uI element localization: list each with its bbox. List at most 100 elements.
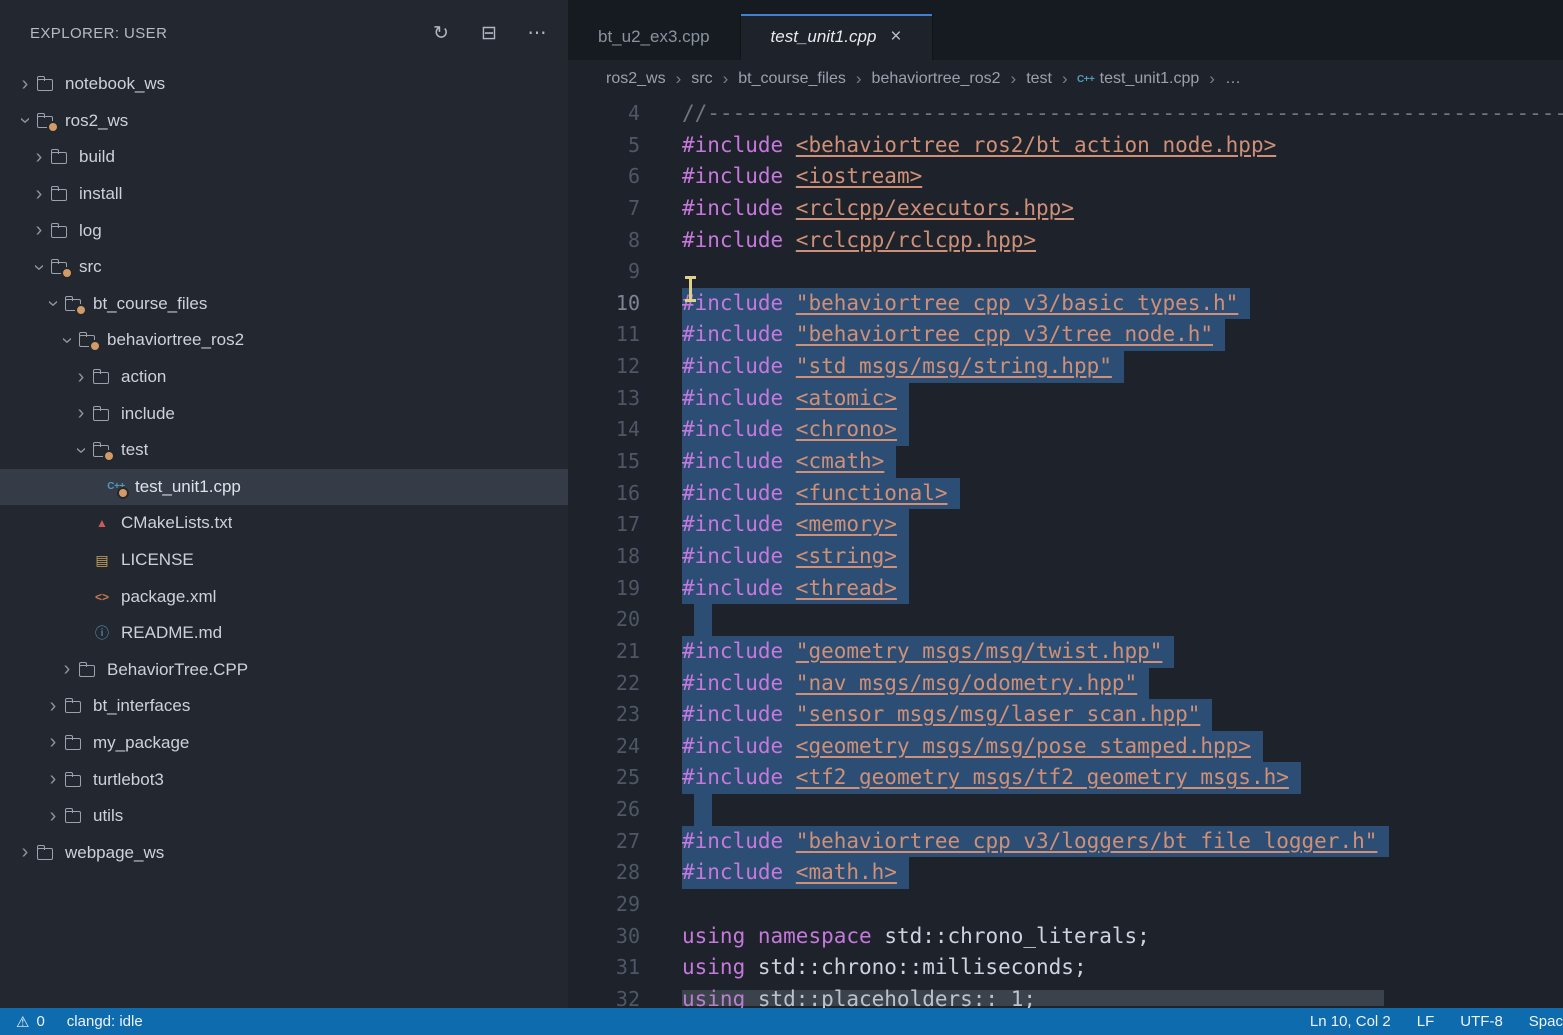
tree-item-README.md[interactable]: ⓘREADME.md xyxy=(0,615,568,652)
collapse-folders-icon[interactable]: ⊟ xyxy=(478,22,500,45)
tree-item-webpage_ws[interactable]: ›webpage_ws xyxy=(0,834,568,871)
tree-item-CMakeLists.txt[interactable]: ▲CMakeLists.txt xyxy=(0,505,568,542)
cursor-position[interactable]: Ln 10, Col 2 xyxy=(1310,1013,1391,1030)
code-line-10[interactable]: 10#include "behaviortree_cpp_v3/basic_ty… xyxy=(568,288,1563,320)
chevron-right-icon[interactable]: › xyxy=(70,402,92,425)
tree-item-install[interactable]: ›install xyxy=(0,176,568,213)
code-line-7[interactable]: 7#include <rclcpp/executors.hpp> xyxy=(568,193,1563,225)
cpp-icon: C++ xyxy=(1078,71,1094,87)
language-server-status[interactable]: clangd: idle xyxy=(67,1013,143,1030)
line-number: 5 xyxy=(568,130,640,162)
chevron-right-icon[interactable]: › xyxy=(28,146,50,169)
more-actions-icon[interactable]: ⋯ xyxy=(526,22,548,45)
code-line-31[interactable]: 31using std::chrono::milliseconds; xyxy=(568,952,1563,984)
code-line-9[interactable]: 9 xyxy=(568,256,1563,288)
breadcrumb-item-ros2_ws[interactable]: ros2_ws xyxy=(606,70,666,88)
problems-indicator[interactable]: ⚠ 0 xyxy=(16,1013,45,1031)
tree-item-bt_course_files[interactable]: ›bt_course_files xyxy=(0,286,568,323)
tree-item-action[interactable]: › action xyxy=(0,359,568,396)
encoding-indicator[interactable]: UTF-8 xyxy=(1460,1013,1503,1030)
code-line-19[interactable]: 19#include <thread> xyxy=(568,573,1563,605)
tree-item-LICENSE[interactable]: ▤LICENSE xyxy=(0,542,568,579)
chevron-right-icon[interactable]: › xyxy=(42,695,64,718)
chevron-right-icon[interactable]: › xyxy=(70,366,92,389)
chevron-right-icon[interactable]: › xyxy=(14,73,36,96)
breadcrumb-item-test[interactable]: test xyxy=(1026,70,1052,88)
horizontal-scrollbar[interactable] xyxy=(682,990,1384,1006)
code-line-11[interactable]: 11#include "behaviortree_cpp_v3/tree_nod… xyxy=(568,319,1563,351)
code-editor[interactable]: 4//-------------------------------------… xyxy=(568,98,1563,1008)
code-line-23[interactable]: 23#include "sensor_msgs/msg/laser_scan.h… xyxy=(568,699,1563,731)
tree-item-include[interactable]: ›include xyxy=(0,395,568,432)
tab-bt_u2_ex3.cpp[interactable]: bt_u2_ex3.cpp xyxy=(568,14,741,60)
chevron-right-icon[interactable]: › xyxy=(28,219,50,242)
line-number: 8 xyxy=(568,225,640,257)
line-content: #include "std_msgs/msg/string.hpp" xyxy=(682,351,1124,383)
code-line-13[interactable]: 13#include <atomic> xyxy=(568,383,1563,415)
chevron-down-icon[interactable]: › xyxy=(14,110,37,132)
line-number: 6 xyxy=(568,161,640,193)
breadcrumb-item-…[interactable]: … xyxy=(1225,70,1241,88)
tree-item-test[interactable]: ›test xyxy=(0,432,568,469)
close-tab-icon[interactable]: × xyxy=(890,26,901,48)
indentation-indicator[interactable]: Spac xyxy=(1529,1013,1563,1030)
breadcrumb-item-behaviortree_ros2[interactable]: behaviortree_ros2 xyxy=(872,70,1001,88)
refresh-explorer-icon[interactable]: ↻ xyxy=(430,22,452,45)
code-line-12[interactable]: 12#include "std_msgs/msg/string.hpp" xyxy=(568,351,1563,383)
code-line-18[interactable]: 18#include <string> xyxy=(568,541,1563,573)
code-line-5[interactable]: 5#include <behaviortree_ros2/bt_action_n… xyxy=(568,130,1563,162)
code-line-6[interactable]: 6#include <iostream> xyxy=(568,161,1563,193)
tree-item-utils[interactable]: ›utils xyxy=(0,798,568,835)
tree-item-ros2_ws[interactable]: ›ros2_ws xyxy=(0,103,568,140)
tree-item-notebook_ws[interactable]: ›notebook_ws xyxy=(0,66,568,103)
code-line-27[interactable]: 27#include "behaviortree_cpp_v3/loggers/… xyxy=(568,826,1563,858)
tree-item-log[interactable]: ›log xyxy=(0,212,568,249)
code-line-21[interactable]: 21#include "geometry_msgs/msg/twist.hpp" xyxy=(568,636,1563,668)
chevron-down-icon[interactable]: › xyxy=(56,329,79,351)
line-number: 10 xyxy=(568,288,640,320)
chevron-down-icon[interactable]: › xyxy=(70,439,93,461)
chevron-down-icon[interactable]: › xyxy=(42,293,65,315)
breadcrumb-item-bt_course_files[interactable]: bt_course_files xyxy=(738,70,846,88)
tree-item-package.xml[interactable]: <>package.xml xyxy=(0,578,568,615)
code-line-8[interactable]: 8#include <rclcpp/rclcpp.hpp> xyxy=(568,225,1563,257)
folder-icon xyxy=(50,184,70,204)
code-line-20[interactable]: 20 xyxy=(568,604,1563,636)
chevron-right-icon[interactable]: › xyxy=(42,768,64,791)
code-line-26[interactable]: 26 xyxy=(568,794,1563,826)
breadcrumb-item-src[interactable]: src xyxy=(691,70,712,88)
tree-item-turtlebot3[interactable]: ›turtlebot3 xyxy=(0,761,568,798)
code-line-16[interactable]: 16#include <functional> xyxy=(568,478,1563,510)
tree-item-behaviortree_ros2[interactable]: ›behaviortree_ros2 xyxy=(0,322,568,359)
tree-item-src[interactable]: ›src xyxy=(0,249,568,286)
line-content: #include <chrono> xyxy=(682,414,909,446)
code-line-14[interactable]: 14#include <chrono> xyxy=(568,414,1563,446)
chevron-right-icon[interactable]: › xyxy=(28,183,50,206)
tab-label: bt_u2_ex3.cpp xyxy=(598,27,710,47)
line-number: 24 xyxy=(568,731,640,763)
code-line-4[interactable]: 4//-------------------------------------… xyxy=(568,98,1563,130)
tab-test_unit1.cpp[interactable]: test_unit1.cpp× xyxy=(741,14,933,60)
chevron-right-icon[interactable]: › xyxy=(14,841,36,864)
code-line-15[interactable]: 15#include <cmath> xyxy=(568,446,1563,478)
code-line-25[interactable]: 25#include <tf2_geometry_msgs/tf2_geomet… xyxy=(568,762,1563,794)
tree-item-my_package[interactable]: ›my_package xyxy=(0,725,568,762)
code-line-29[interactable]: 29 xyxy=(568,889,1563,921)
chevron-right-icon[interactable]: › xyxy=(56,658,78,681)
tree-item-label: action xyxy=(121,367,166,387)
chevron-down-icon[interactable]: › xyxy=(28,256,51,278)
code-line-30[interactable]: 30using namespace std::chrono_literals; xyxy=(568,921,1563,953)
chevron-right-icon[interactable]: › xyxy=(42,805,64,828)
tree-item-BehaviorTree.CPP[interactable]: ›BehaviorTree.CPP xyxy=(0,652,568,689)
chevron-right-icon[interactable]: › xyxy=(42,731,64,754)
tree-item-test_unit1.cpp[interactable]: C++test_unit1.cpp xyxy=(0,469,568,506)
eol-indicator[interactable]: LF xyxy=(1417,1013,1435,1030)
code-line-22[interactable]: 22#include "nav_msgs/msg/odometry.hpp" xyxy=(568,668,1563,700)
breadcrumb-item-test_unit1.cpp[interactable]: C++test_unit1.cpp xyxy=(1078,70,1200,88)
tree-item-build[interactable]: ›build xyxy=(0,139,568,176)
tree-item-bt_interfaces[interactable]: ›bt_interfaces xyxy=(0,688,568,725)
code-line-28[interactable]: 28#include <math.h> xyxy=(568,857,1563,889)
code-line-24[interactable]: 24#include <geometry_msgs/msg/pose_stamp… xyxy=(568,731,1563,763)
code-line-17[interactable]: 17#include <memory> xyxy=(568,509,1563,541)
line-number: 32 xyxy=(568,984,640,1008)
